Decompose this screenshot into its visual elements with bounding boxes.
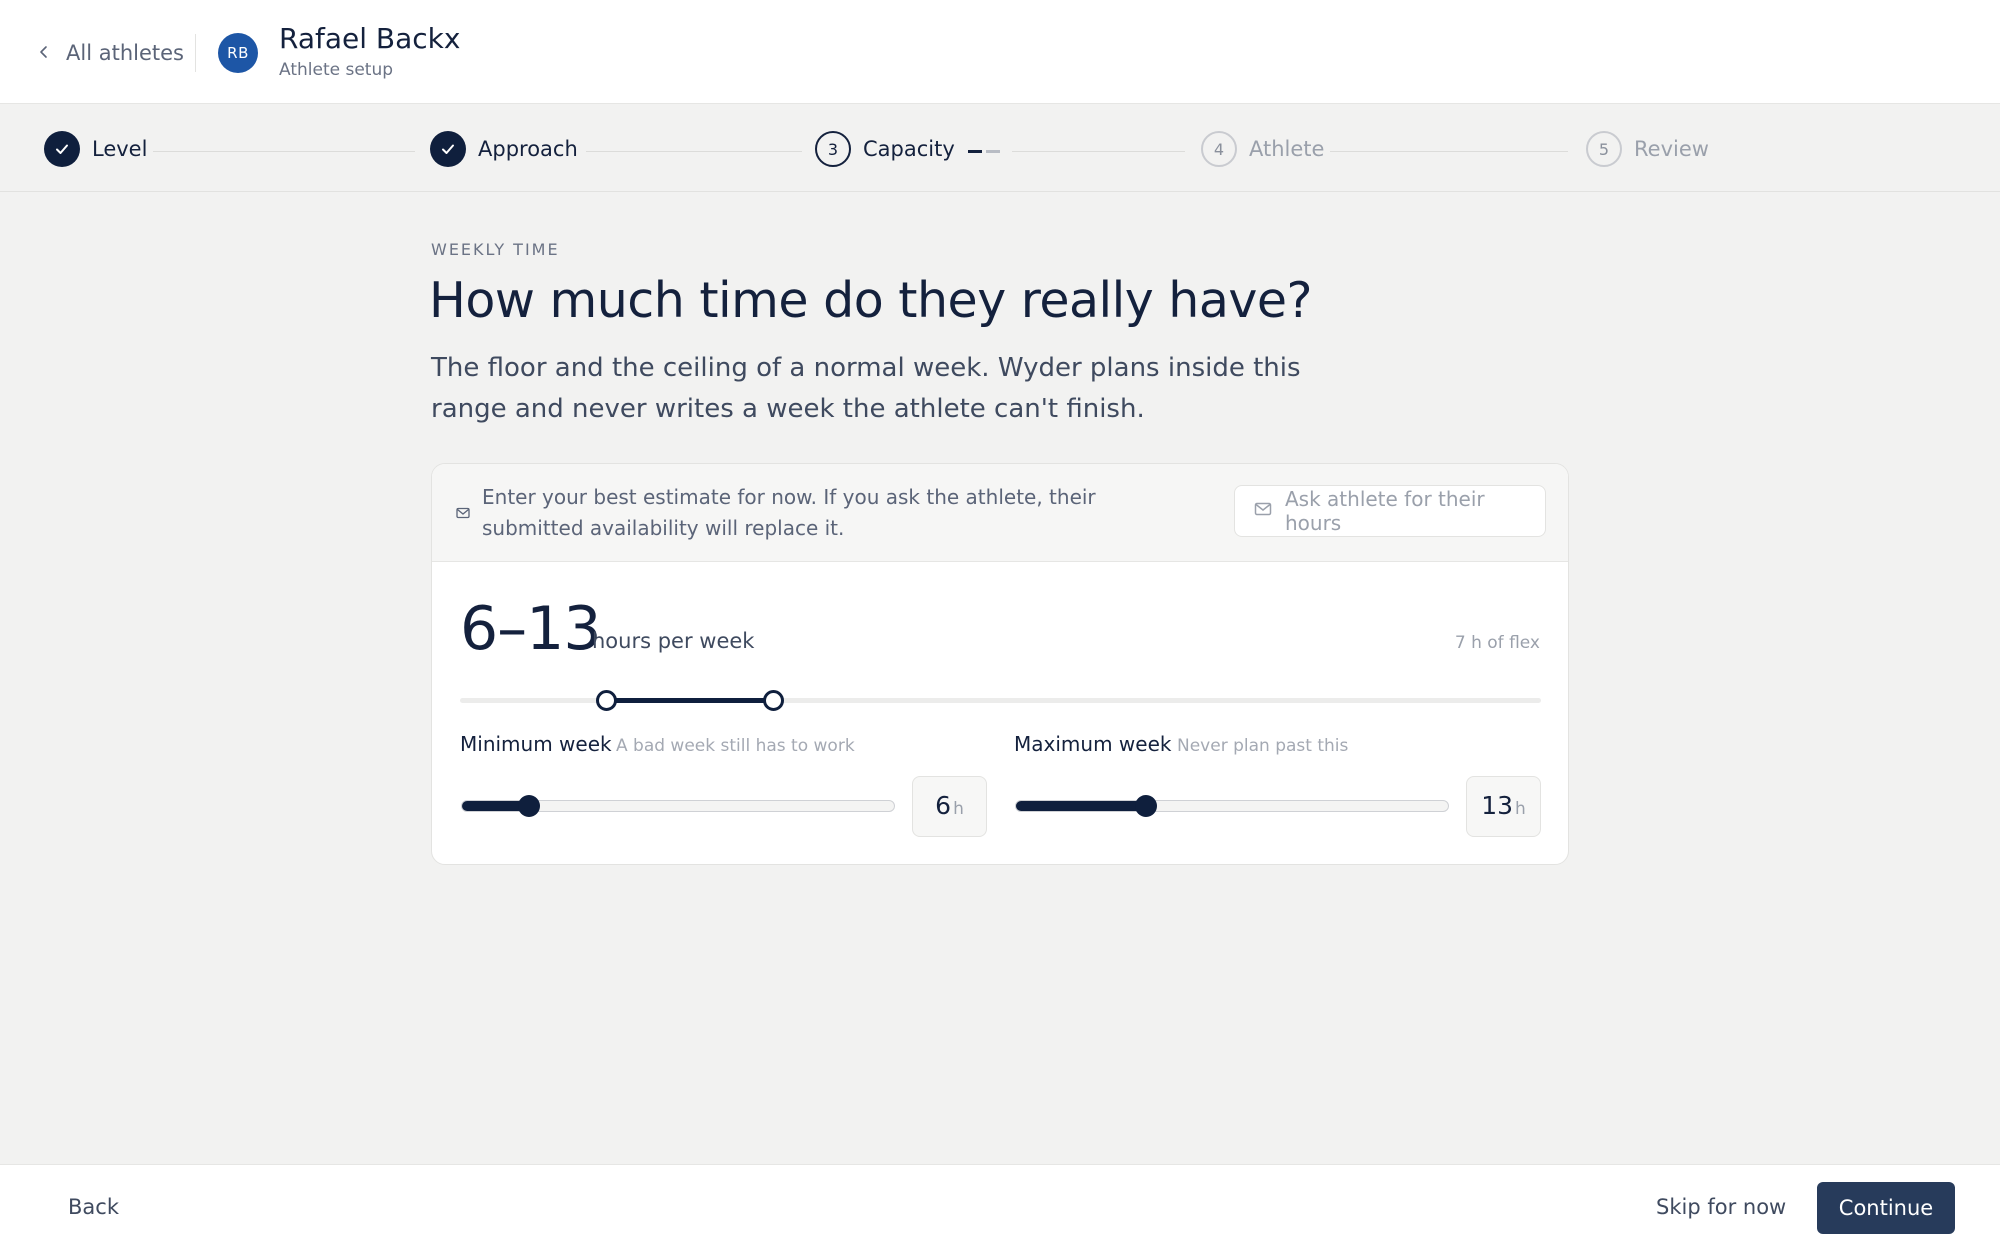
max-week-hint: Never plan past this <box>1177 736 1349 756</box>
check-icon <box>430 131 466 167</box>
info-banner: Enter your best estimate for now. If you… <box>432 464 1568 562</box>
footer-bar: Back Skip for now Continue <box>0 1164 2000 1250</box>
range-unit: hours per week <box>592 629 755 653</box>
check-icon <box>44 131 80 167</box>
mail-icon <box>455 505 471 521</box>
step-label: Athlete <box>1249 137 1325 161</box>
all-athletes-link[interactable]: All athletes <box>36 38 184 68</box>
step-progress-dash <box>968 150 982 153</box>
range-max-handle[interactable] <box>763 690 785 711</box>
step-connector <box>153 151 415 152</box>
min-week-value: 6 <box>935 791 952 820</box>
page-description: The floor and the ceiling of a normal we… <box>431 353 1301 424</box>
step-athlete[interactable]: 4 Athlete <box>1201 131 1324 167</box>
header-divider <box>195 34 196 72</box>
max-week-input[interactable]: 13 h <box>1466 776 1541 837</box>
step-label: Capacity <box>863 137 955 161</box>
chevron-left-icon <box>36 41 52 65</box>
top-bar: All athletes RB Rafael Backx Athlete set… <box>0 0 2000 104</box>
step-progress-dash <box>986 150 1000 153</box>
range-fill <box>605 698 774 703</box>
avatar: RB <box>218 33 258 73</box>
max-week-label: Maximum week <box>1014 732 1172 756</box>
step-number: 3 <box>815 131 851 167</box>
banner-text: Enter your best estimate for now. If you… <box>482 485 1096 540</box>
page-title: How much time do they really have? <box>429 272 1313 329</box>
min-week-label: Minimum week <box>460 732 612 756</box>
mail-icon <box>1253 499 1273 524</box>
min-week-input[interactable]: 6 h <box>912 776 987 837</box>
step-review[interactable]: 5 Review <box>1586 131 1709 167</box>
max-week-value: 13 <box>1481 791 1514 820</box>
ask-athlete-button[interactable]: Ask athlete for their hours <box>1234 485 1546 537</box>
continue-button[interactable]: Continue <box>1817 1182 1955 1234</box>
flex-note: 7 h of flex <box>1454 633 1540 653</box>
section-eyebrow: WEEKLY TIME <box>431 240 560 259</box>
all-athletes-label: All athletes <box>66 41 184 65</box>
athlete-subtitle: Athlete setup <box>279 60 394 80</box>
step-label: Level <box>92 137 148 161</box>
athlete-name: Rafael Backx <box>279 22 461 55</box>
step-level[interactable]: Level <box>44 131 147 167</box>
step-label: Review <box>1634 137 1709 161</box>
range-min-handle[interactable] <box>595 690 617 711</box>
min-week-slider-thumb[interactable] <box>517 795 540 817</box>
step-approach[interactable]: Approach <box>430 131 578 167</box>
step-number: 4 <box>1201 131 1237 167</box>
back-button[interactable]: Back <box>68 1195 119 1219</box>
max-week-slider-thumb[interactable] <box>1134 795 1157 817</box>
ask-athlete-label: Ask athlete for their hours <box>1285 487 1485 535</box>
step-label: Approach <box>478 137 578 161</box>
step-connector <box>1330 151 1568 152</box>
max-week-unit: h <box>1515 799 1526 819</box>
step-connector <box>1012 151 1185 152</box>
step-connector <box>586 151 802 152</box>
skip-button[interactable]: Skip for now <box>1656 1195 1786 1219</box>
weekly-time-card: Enter your best estimate for now. If you… <box>431 463 1569 865</box>
min-week-unit: h <box>953 799 964 819</box>
range-value: 6–13 <box>460 594 602 664</box>
step-number: 5 <box>1586 131 1622 167</box>
max-week-slider-fill <box>1016 801 1146 811</box>
min-week-hint: A bad week still has to work <box>616 736 855 756</box>
step-capacity[interactable]: 3 Capacity <box>815 131 955 167</box>
